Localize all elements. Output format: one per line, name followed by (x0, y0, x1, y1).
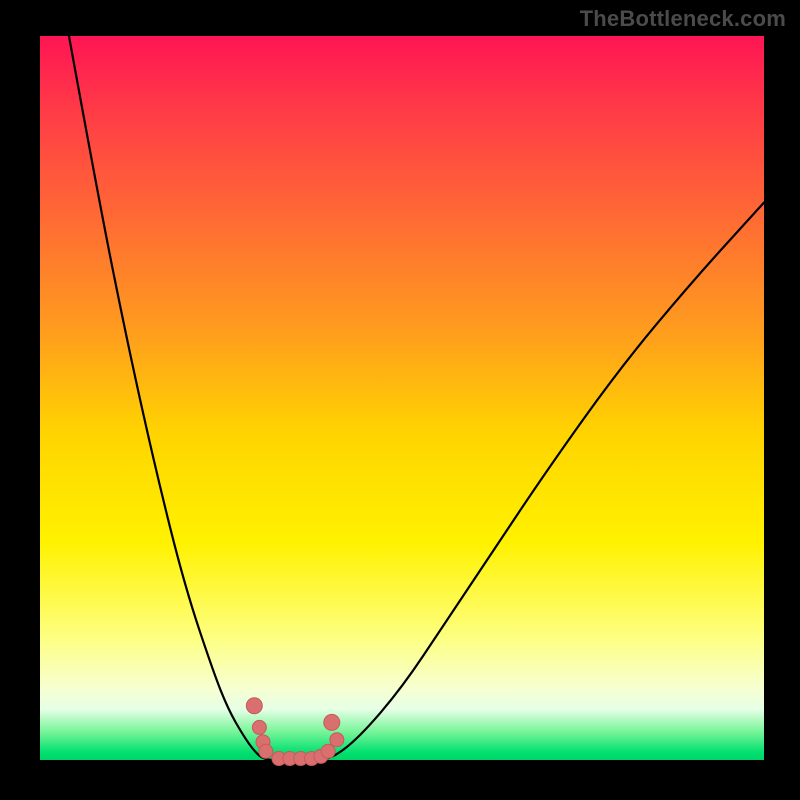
marker-dot (246, 698, 262, 714)
valley-curve (69, 36, 764, 760)
gradient-plot-area (40, 36, 764, 760)
marker-dot (259, 744, 273, 758)
marker-group (246, 698, 344, 766)
marker-dot (324, 714, 340, 730)
marker-dot (252, 720, 266, 734)
marker-dot (321, 744, 335, 758)
marker-dot (330, 733, 344, 747)
curve-layer (40, 36, 764, 760)
attribution-watermark: TheBottleneck.com (580, 6, 786, 32)
chart-viewport: TheBottleneck.com (0, 0, 800, 800)
